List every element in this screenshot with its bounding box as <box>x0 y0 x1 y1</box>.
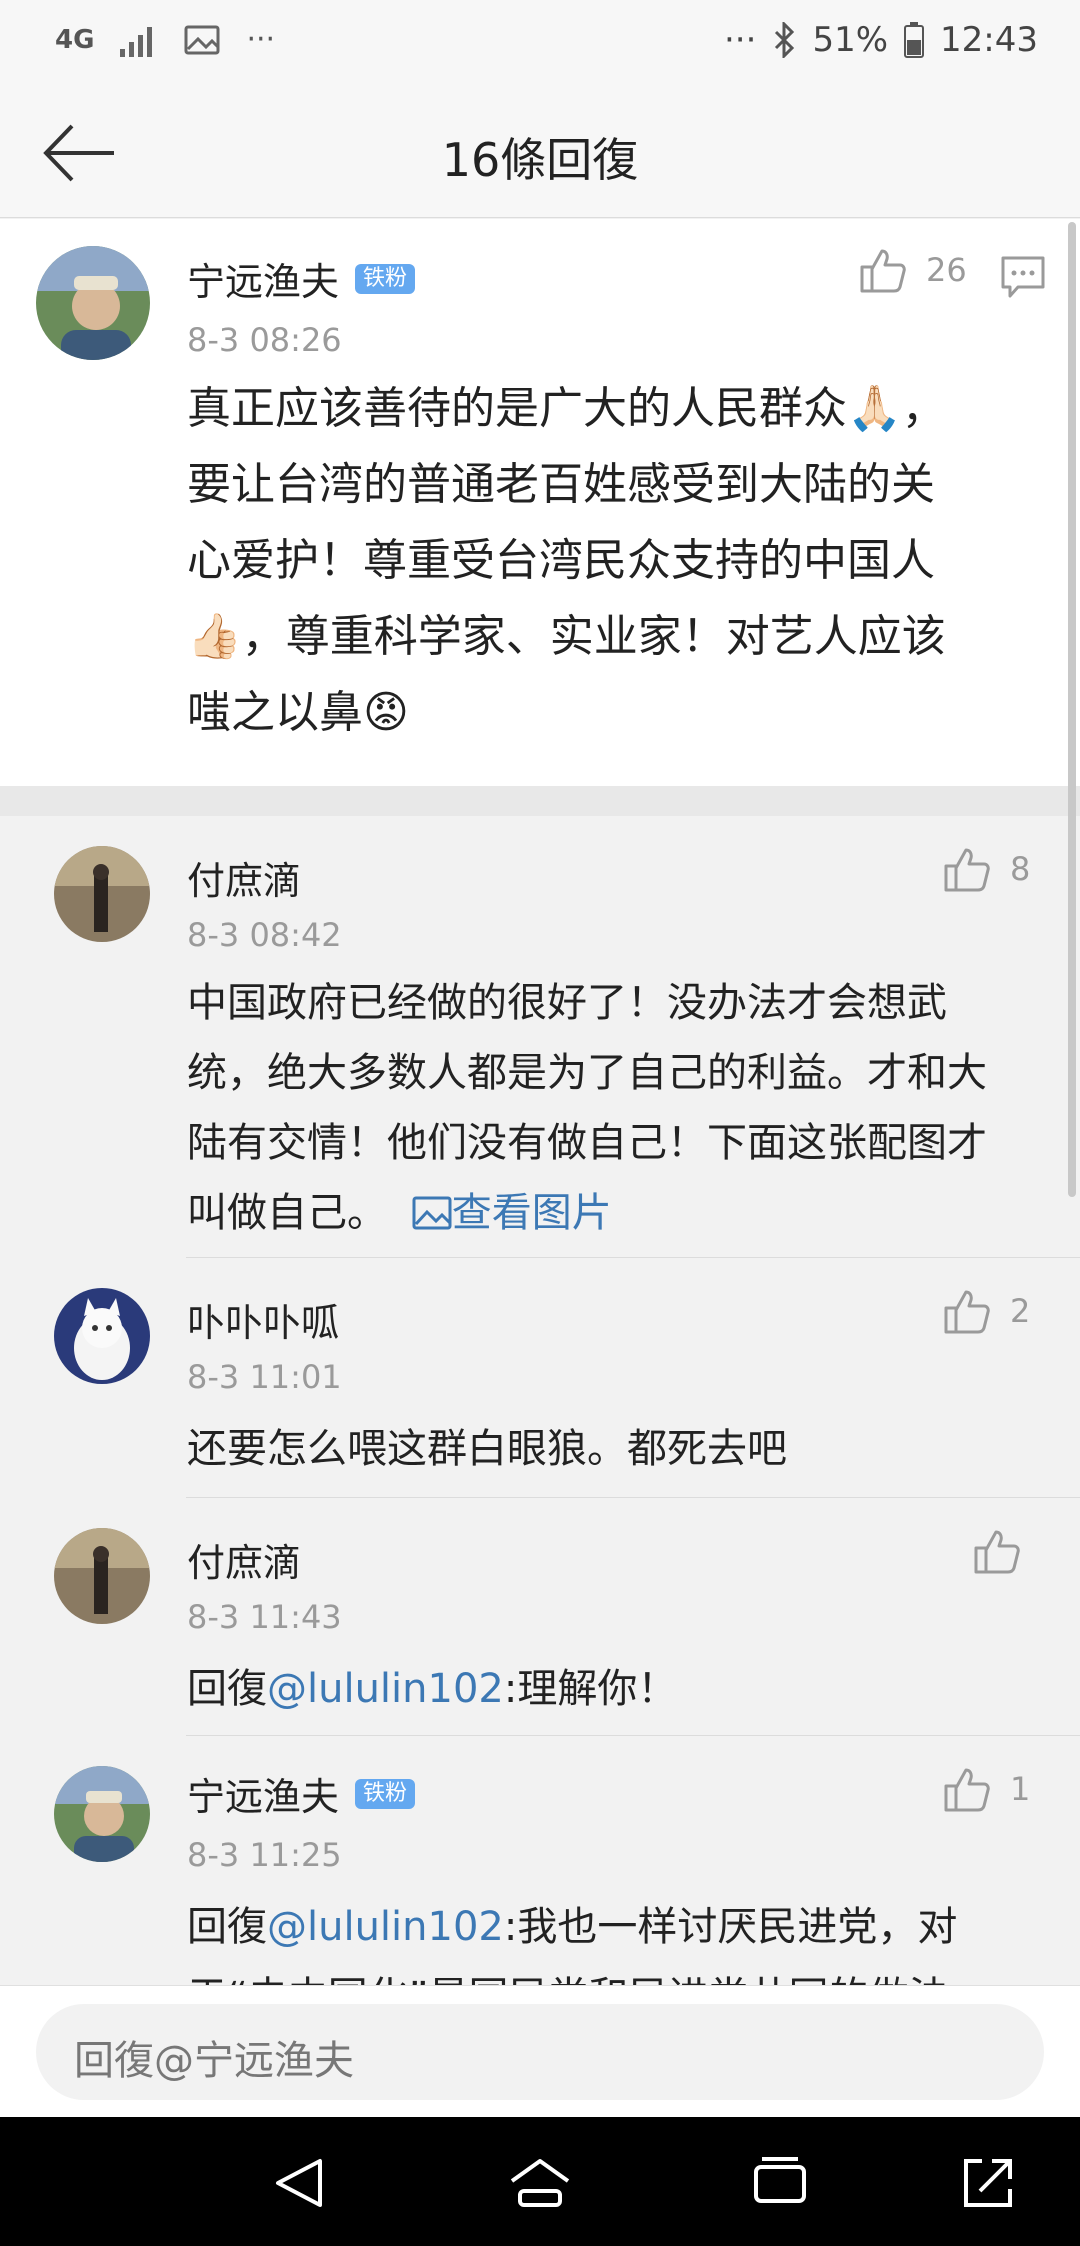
reply-author[interactable]: 付庶滴 <box>187 850 301 905</box>
reply-body: 中国政府已经做的很好了！没办法才会想武 统，绝大多数人都是为了自己的利益。才和大… <box>187 980 987 1236</box>
comment-body: 真正应该善待的是广大的人民群众🙏🏻， 要让台湾的普通老百姓感受到大陆的关 心爱护… <box>187 383 946 738</box>
image-icon <box>184 25 220 54</box>
mention-link[interactable]: @lululin102 <box>267 1666 504 1712</box>
avatar[interactable] <box>54 1288 150 1384</box>
clock: 12:43 <box>940 20 1038 60</box>
like-button[interactable]: 1 <box>942 1766 1030 1812</box>
battery-icon <box>904 22 925 58</box>
comment-reply-icon[interactable] <box>1000 255 1046 299</box>
reply-time: 8-3 11:01 <box>187 1358 342 1396</box>
reply-input-placeholder: 回復@宁远渔夫 <box>74 2038 354 2084</box>
like-button[interactable]: 2 <box>942 1288 1030 1334</box>
reply-item: 卟卟卟呱 8-3 11:01 2 还要怎么喂这群白眼狼。都死去吧 <box>0 1258 1080 1498</box>
avatar[interactable] <box>54 1528 150 1624</box>
comment-author[interactable]: 宁远渔夫 <box>187 251 339 306</box>
scrollbar[interactable] <box>1068 222 1076 1197</box>
header: 16條回復 <box>0 90 1080 218</box>
reply-time: 8-3 08:42 <box>187 916 342 954</box>
fan-badge: 铁粉 <box>355 1778 416 1809</box>
signal-icon <box>120 26 153 57</box>
system-nav-bar <box>0 2117 1080 2246</box>
reply-time: 8-3 11:25 <box>187 1836 342 1874</box>
status-bar: 4G ··· ··· 51% 12:43 <box>0 0 1080 90</box>
reply-input[interactable]: 回復@宁远渔夫 <box>36 2004 1044 2100</box>
view-image-link[interactable]: 查看图片 <box>412 1190 612 1236</box>
reply-body: 回復@lululin102:我也一样讨厌民进党，对 于“去中国化”是国民党和民进… <box>187 1904 958 1985</box>
like-count: 8 <box>1010 850 1031 888</box>
like-count: 1 <box>1010 1770 1031 1808</box>
main-comment: 宁远渔夫 铁粉 8-3 08:26 26 真正应该善待的是广大的人民群众🙏🏻， … <box>0 219 1080 786</box>
network-indicator: 4G <box>55 24 95 55</box>
like-count: 26 <box>926 251 967 289</box>
comment-time: 8-3 08:26 <box>187 321 342 359</box>
fan-badge: 铁粉 <box>355 263 416 294</box>
reply-author[interactable]: 宁远渔夫 <box>187 1766 339 1821</box>
like-button[interactable] <box>972 1528 1040 1574</box>
section-divider <box>0 786 1080 816</box>
bluetooth-icon <box>775 22 795 58</box>
reply-item: 付庶滴 8-3 08:42 8 中国政府已经做的很好了！没办法才会想武 统，绝大… <box>0 816 1080 1258</box>
thumbs-up-icon <box>944 848 990 892</box>
thumbs-up-icon <box>944 1290 990 1334</box>
page-title: 16條回復 <box>441 133 639 187</box>
mention-link[interactable]: @lululin102 <box>267 1904 504 1950</box>
avatar[interactable] <box>54 1766 150 1862</box>
reply-body: 回復@lululin102:理解你！ <box>187 1666 678 1712</box>
home-nav-icon[interactable] <box>508 2155 572 2211</box>
reply-body: 还要怎么喂这群白眼狼。都死去吧 <box>187 1426 787 1472</box>
thumbs-up-icon <box>974 1530 1020 1574</box>
recents-nav-icon[interactable] <box>752 2155 808 2211</box>
expand-nav-icon[interactable] <box>960 2155 1016 2211</box>
reply-input-bar: 回復@宁远渔夫 <box>0 1985 1080 2117</box>
reply-author[interactable]: 付庶滴 <box>187 1532 301 1587</box>
like-button[interactable]: 8 <box>942 846 1030 892</box>
battery-percent: 51% <box>812 20 889 60</box>
avatar[interactable] <box>54 846 150 942</box>
reply-item: 付庶滴 8-3 11:43 回復@lululin102:理解你！ <box>0 1498 1080 1736</box>
back-nav-icon[interactable] <box>272 2155 328 2211</box>
more-notifications-icon: ··· <box>246 22 276 57</box>
reply-time: 8-3 11:43 <box>187 1598 342 1636</box>
like-button[interactable]: 26 <box>858 247 967 293</box>
more-status-icon: ··· <box>724 20 757 60</box>
image-icon <box>412 1196 452 1230</box>
like-count: 2 <box>1010 1292 1031 1330</box>
reply-author[interactable]: 卟卟卟呱 <box>187 1292 339 1347</box>
reply-item: 宁远渔夫 铁粉 8-3 11:25 1 回復@lululin102:我也一样讨厌… <box>0 1736 1080 1985</box>
thumbs-up-icon <box>860 249 906 293</box>
thumbs-up-icon <box>944 1768 990 1812</box>
avatar[interactable] <box>36 246 150 360</box>
